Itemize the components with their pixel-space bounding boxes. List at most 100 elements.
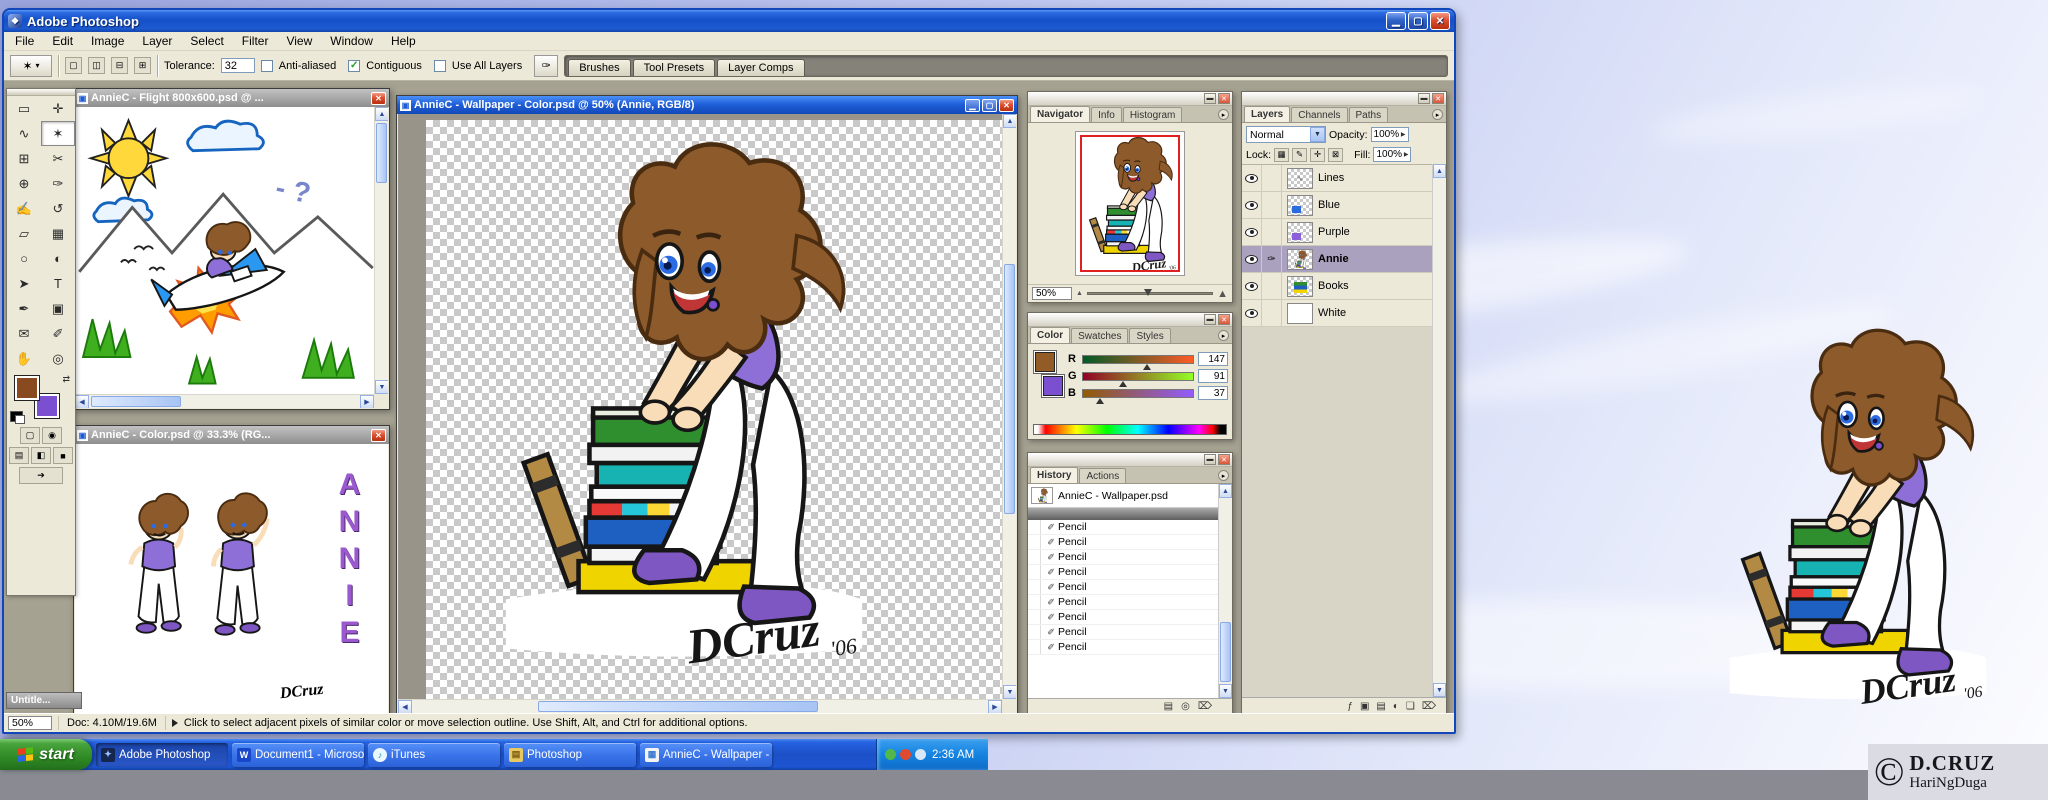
foreground-color-swatch[interactable] <box>1035 352 1055 372</box>
close-icon[interactable]: ✕ <box>999 98 1014 112</box>
layer-row-white[interactable]: White <box>1242 300 1432 327</box>
history-source-cell[interactable] <box>1028 610 1041 624</box>
document-canvas-area[interactable]: ▲ ▼ ◀ ▶ <box>398 114 1016 713</box>
tool-move[interactable]: ✛ <box>41 96 75 121</box>
palette-close-icon[interactable]: ✕ <box>1218 314 1230 325</box>
palette-close-icon[interactable]: ✕ <box>1218 454 1230 465</box>
history-source-cell[interactable] <box>1028 595 1041 609</box>
palette-menu-icon[interactable]: ▸ <box>1218 109 1229 120</box>
history-selected-band[interactable] <box>1028 508 1218 520</box>
tool-rectangular-marquee[interactable]: ▭ <box>7 96 41 121</box>
tab-tool-presets[interactable]: Tool Presets <box>632 58 716 76</box>
scroll-down-icon[interactable]: ▼ <box>1003 685 1016 699</box>
tab-paths[interactable]: Paths <box>1348 107 1389 122</box>
layer-row-blue[interactable]: Blue <box>1242 192 1432 219</box>
menu-layer[interactable]: Layer <box>133 32 181 51</box>
lock-transparency-button[interactable]: ▦ <box>1274 147 1290 162</box>
green-slider[interactable] <box>1082 371 1194 387</box>
palette-minimize-icon[interactable]: ▬ <box>1418 93 1430 104</box>
document-window-untitled[interactable]: Untitle... <box>6 692 82 709</box>
taskbar-button-photoshop-folder[interactable]: ▤ Photoshop <box>504 742 636 767</box>
minimize-icon[interactable]: ▁ <box>965 98 980 112</box>
new-document-from-state-button[interactable]: ▤ <box>1164 701 1173 712</box>
history-state-row[interactable]: ✐ Pencil <box>1028 595 1218 610</box>
history-state-row[interactable]: ✐ Pencil <box>1028 535 1218 550</box>
tool-dodge[interactable]: ◐ <box>41 246 75 271</box>
document-window-color[interactable]: ▣ AnnieC - Color.psd @ 33.3% (RG... ✕ AN… <box>73 425 390 713</box>
document-title-bar[interactable]: ▣ AnnieC - Wallpaper - Color.psd @ 50% (… <box>397 96 1017 114</box>
red-slider[interactable] <box>1082 354 1194 370</box>
anti-aliased-checkbox[interactable] <box>260 59 273 72</box>
tool-notes[interactable]: ✉ <box>7 321 41 346</box>
tool-hand[interactable]: ✋ <box>7 346 41 371</box>
tool-crop[interactable]: ⊞ <box>7 146 41 171</box>
foreground-color-swatch[interactable] <box>14 375 40 401</box>
tool-zoom[interactable]: ◎ <box>41 346 75 371</box>
new-selection-button[interactable]: ▢ <box>65 57 82 74</box>
palette-title-bar[interactable]: ▬ ✕ <box>1028 92 1232 106</box>
use-all-layers-checkbox[interactable] <box>433 59 446 72</box>
scroll-left-icon[interactable]: ◀ <box>398 700 412 713</box>
link-cell[interactable] <box>1262 273 1282 299</box>
palette-close-icon[interactable]: ✕ <box>1432 93 1444 104</box>
standard-screen-button[interactable]: ▤ <box>9 447 29 464</box>
visibility-cell[interactable] <box>1242 192 1262 218</box>
horizontal-scrollbar[interactable]: ◀ ▶ <box>398 699 1002 713</box>
document-canvas-area[interactable]: ▲ ▼ ◀ ▶ <box>75 107 388 408</box>
visibility-cell[interactable] <box>1242 165 1262 191</box>
tool-healing-brush[interactable]: ⊕ <box>7 171 41 196</box>
scrollbar-thumb[interactable] <box>1220 622 1231 682</box>
tool-eyedropper[interactable]: ✐ <box>41 321 75 346</box>
palette-minimize-icon[interactable]: ▬ <box>1204 454 1216 465</box>
scroll-right-icon[interactable]: ▶ <box>988 700 1002 713</box>
fill-input[interactable]: 100% ▶ <box>1373 147 1412 162</box>
scroll-up-icon[interactable]: ▲ <box>1003 114 1016 128</box>
menu-file[interactable]: File <box>6 32 43 51</box>
red-slider-handle[interactable] <box>1142 363 1151 370</box>
delete-layer-button[interactable]: ⌦ <box>1422 701 1436 712</box>
tab-navigator[interactable]: Navigator <box>1030 106 1091 122</box>
new-snapshot-button[interactable]: ◎ <box>1181 701 1190 712</box>
palette-menu-icon[interactable]: ▸ <box>1432 109 1443 120</box>
scroll-up-icon[interactable]: ▲ <box>1433 164 1446 178</box>
taskbar-button-word[interactable]: W Document1 - Microso... <box>232 742 364 767</box>
layers-scrollbar[interactable]: ▲ ▼ <box>1432 164 1446 697</box>
blue-value-input[interactable]: 37 <box>1198 386 1228 400</box>
tool-pen[interactable]: ✒ <box>7 296 41 321</box>
blend-mode-dropdown[interactable]: Normal ▼ <box>1246 126 1326 143</box>
layer-style-button[interactable]: ƒ <box>1347 701 1353 712</box>
scroll-right-icon[interactable]: ▶ <box>360 395 374 408</box>
zoom-in-icon[interactable]: ▲ <box>1217 288 1228 300</box>
visibility-cell[interactable] <box>1242 273 1262 299</box>
tab-styles[interactable]: Styles <box>1129 328 1171 343</box>
new-layer-button[interactable]: ❏ <box>1406 701 1415 712</box>
close-icon[interactable]: ✕ <box>371 91 386 105</box>
navigator-view-box[interactable] <box>1080 135 1180 272</box>
fullscreen-button[interactable]: ■ <box>53 447 73 464</box>
layer-mask-button[interactable]: ▣ <box>1360 701 1369 712</box>
zoom-slider-handle[interactable] <box>1143 289 1152 296</box>
menu-view[interactable]: View <box>277 32 321 51</box>
tab-info[interactable]: Info <box>1091 107 1122 122</box>
link-cell[interactable] <box>1262 165 1282 191</box>
scrollbar-thumb[interactable] <box>538 701 818 712</box>
tool-brush[interactable]: ✑ <box>41 171 75 196</box>
vertical-scrollbar[interactable]: ▲ ▼ <box>374 107 388 394</box>
file-browser-button[interactable]: ✑ <box>534 54 559 77</box>
tab-color[interactable]: Color <box>1030 327 1071 343</box>
history-snapshot-row[interactable]: AnnieC - Wallpaper.psd <box>1028 484 1218 508</box>
menu-select[interactable]: Select <box>181 32 232 51</box>
subtract-selection-button[interactable]: ⊟ <box>111 57 128 74</box>
palette-menu-icon[interactable]: ▸ <box>1218 470 1229 481</box>
layer-row-annie[interactable]: ✑ Annie <box>1242 246 1432 273</box>
blue-slider[interactable] <box>1082 388 1194 404</box>
visibility-cell[interactable] <box>1242 246 1262 272</box>
layer-set-button[interactable]: ▤ <box>1376 701 1385 712</box>
navigator-thumbnail[interactable] <box>1075 131 1185 276</box>
zoom-slider[interactable] <box>1086 289 1214 296</box>
document-title-bar[interactable]: ▣ AnnieC - Flight 800x600.psd @ ... ✕ <box>74 89 389 107</box>
tab-history[interactable]: History <box>1030 467 1079 483</box>
tab-histogram[interactable]: Histogram <box>1122 107 1183 122</box>
canvas[interactable]: ANNIE DCruz <box>75 444 388 713</box>
toolbox-grip[interactable] <box>7 89 75 96</box>
